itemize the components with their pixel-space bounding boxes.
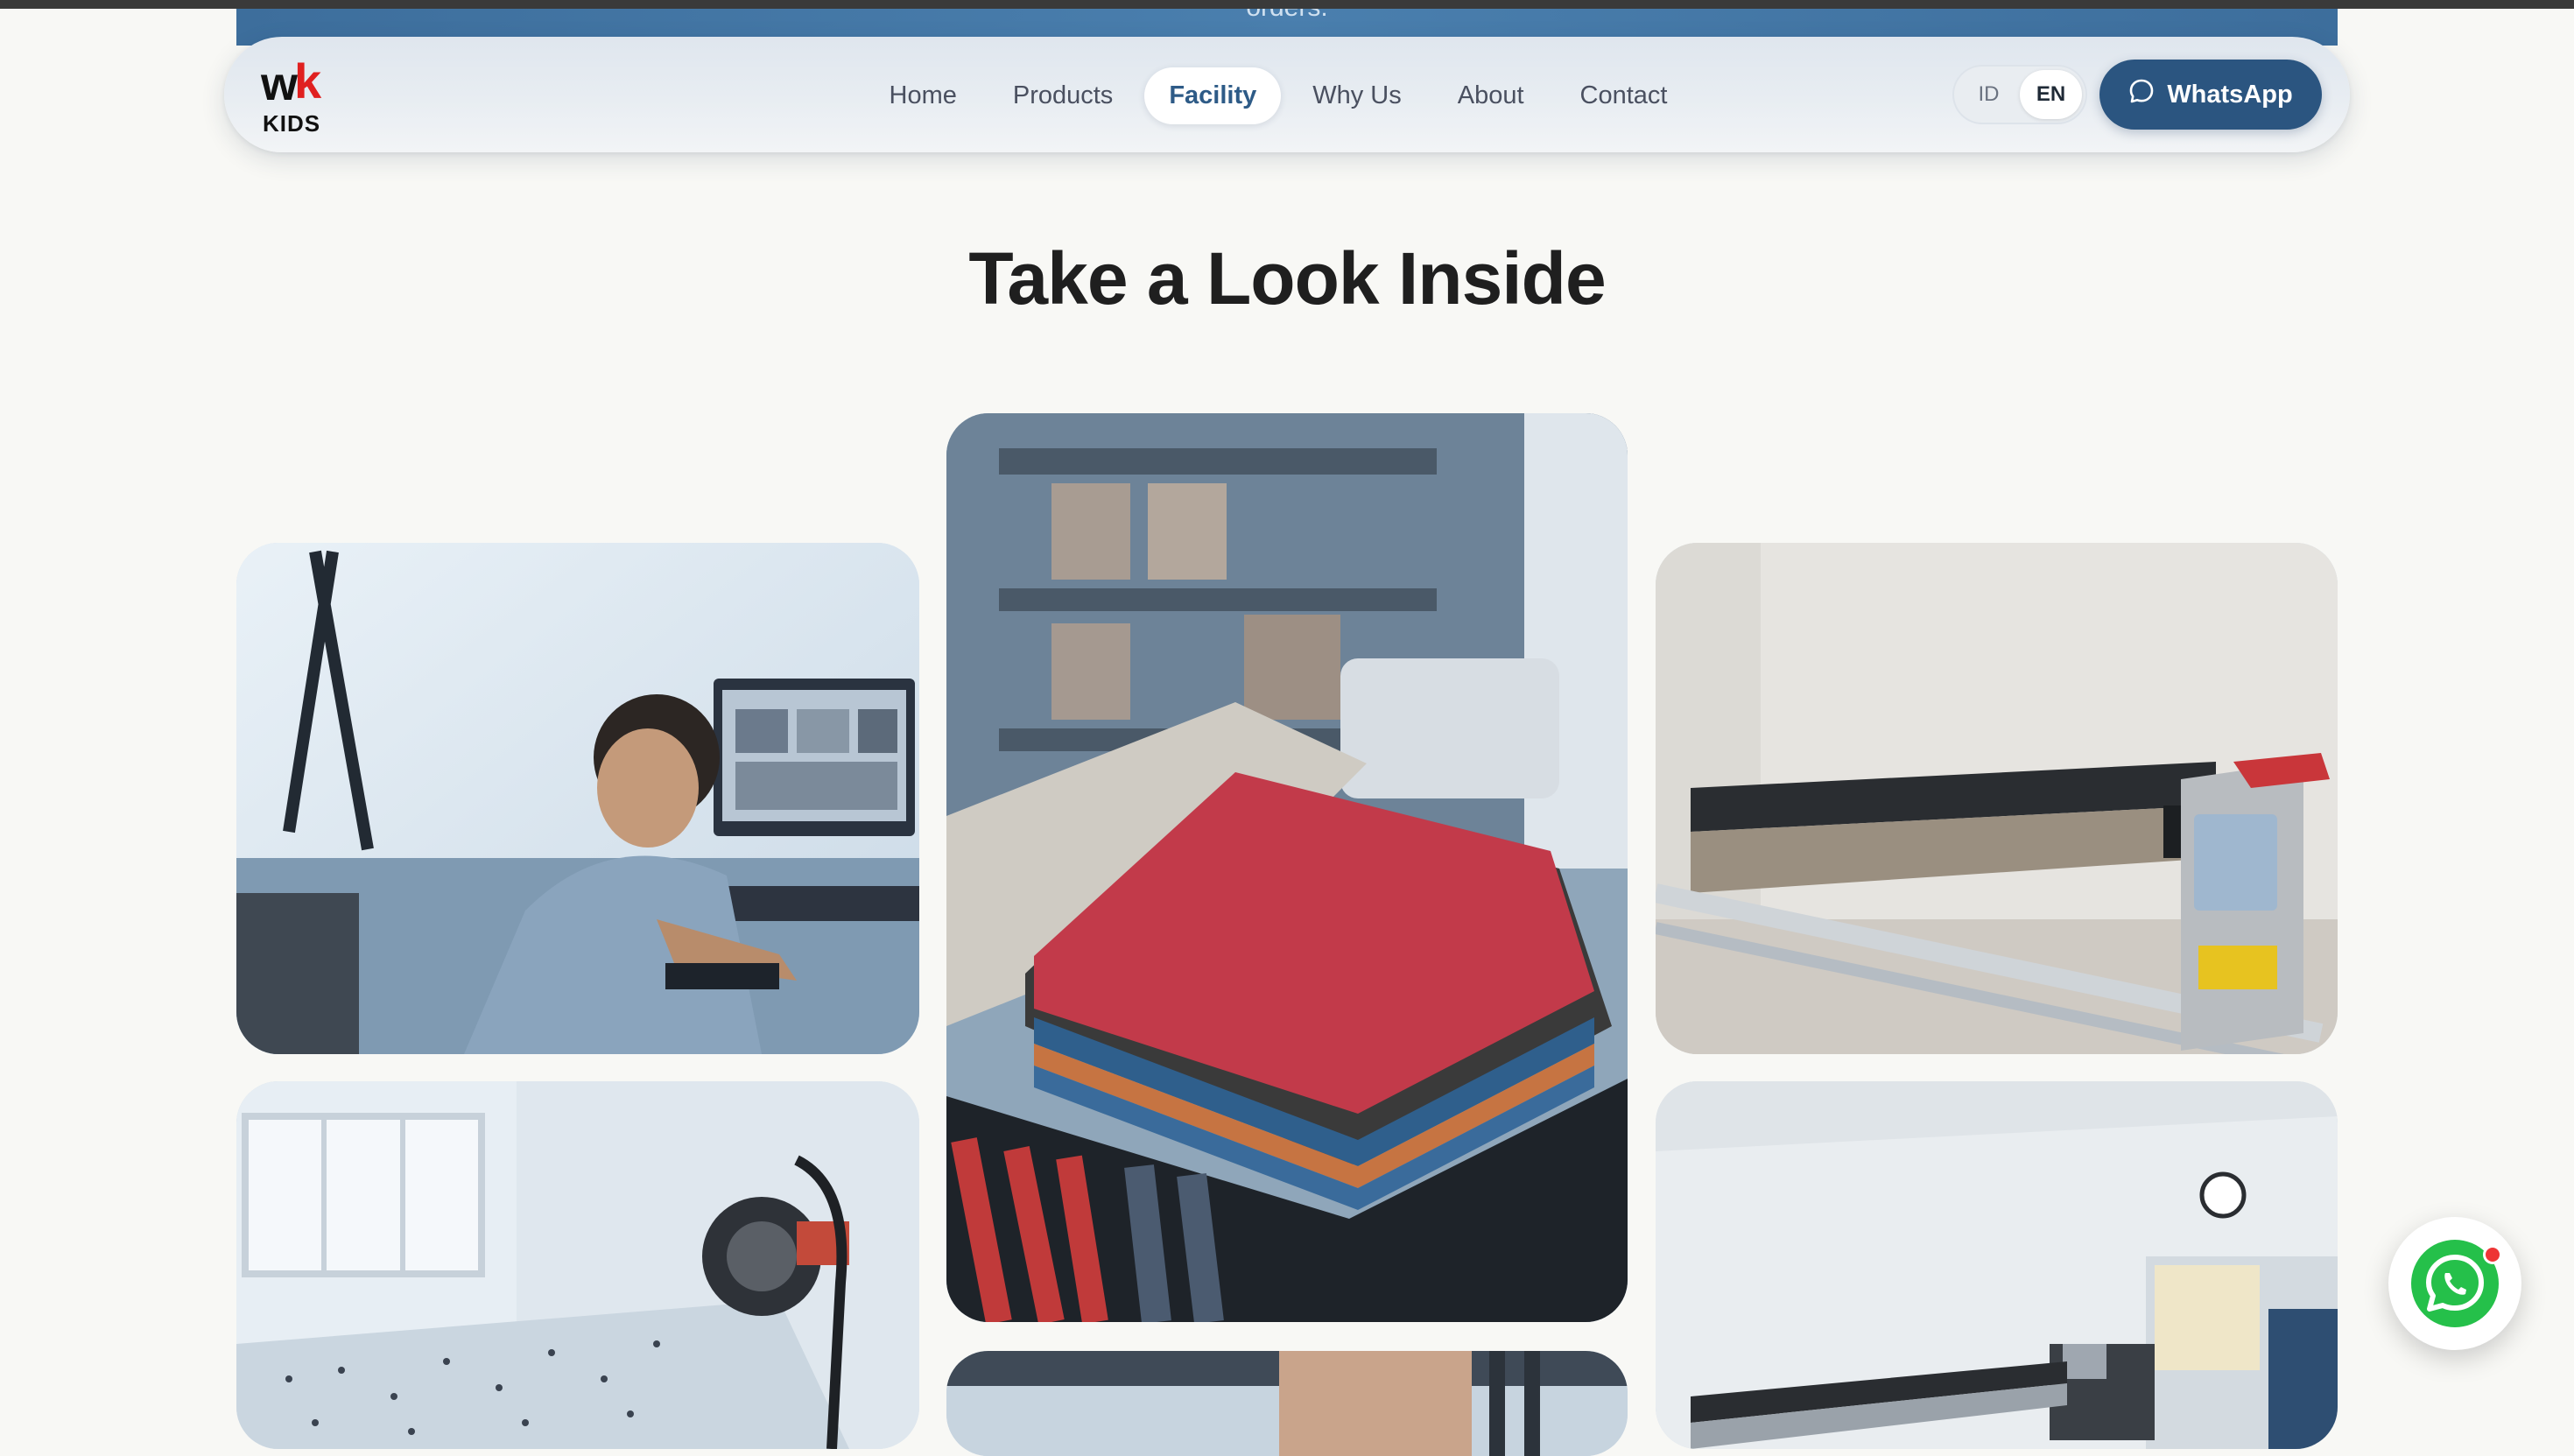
language-option-en[interactable]: EN: [2020, 70, 2082, 119]
nav-item-about[interactable]: About: [1433, 67, 1549, 124]
language-option-id[interactable]: ID: [1958, 70, 2020, 119]
nav-item-why-us[interactable]: Why Us: [1288, 67, 1426, 124]
whatsapp-button[interactable]: WhatsApp: [2099, 60, 2322, 130]
nav-item-products[interactable]: Products: [988, 67, 1137, 124]
hero-sliver-text: orders.: [236, 9, 2338, 23]
floating-whatsapp-button[interactable]: [2388, 1217, 2521, 1350]
nav-item-facility[interactable]: Facility: [1144, 67, 1282, 124]
section-title: Take a Look Inside: [968, 237, 1606, 320]
browser-top-strip: [0, 0, 2574, 9]
chat-bubble-icon: [2128, 78, 2155, 111]
photo-cutting-table[interactable]: [236, 1081, 919, 1449]
nav-item-contact[interactable]: Contact: [1556, 67, 1692, 124]
notification-badge: [2483, 1245, 2502, 1264]
language-toggle: ID EN: [1952, 65, 2087, 124]
photo-plotter-machine[interactable]: [1656, 543, 2338, 1054]
whatsapp-button-label: WhatsApp: [2167, 80, 2293, 109]
main-navbar: w k KIDS Home Products Facility Why Us A…: [224, 37, 2350, 152]
photo-plotter-room[interactable]: [1656, 1081, 2338, 1449]
photo-designer-at-computer[interactable]: [236, 543, 919, 1054]
photo-sewing-area[interactable]: [946, 1351, 1628, 1456]
nav-item-home[interactable]: Home: [865, 67, 981, 124]
photo-folded-tshirts[interactable]: [946, 413, 1628, 1322]
